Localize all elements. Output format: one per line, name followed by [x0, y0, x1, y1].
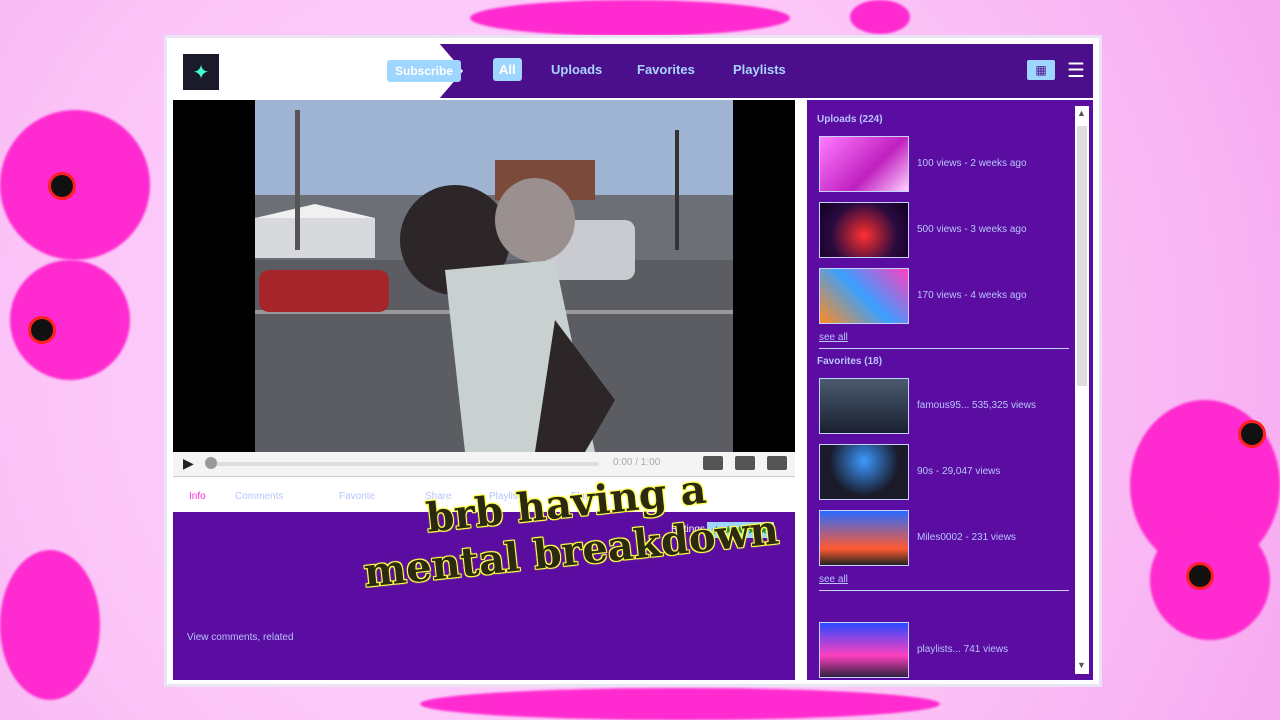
scroll-up-icon[interactable]: ▲ [1077, 108, 1086, 118]
subscribe-button[interactable]: Subscribe [387, 60, 462, 82]
video-frame [255, 100, 733, 452]
seek-bar[interactable] [209, 462, 599, 466]
video-meta: 100 views - 2 weeks ago [917, 158, 1027, 169]
video-meta: 90s - 29,047 views [917, 466, 1001, 477]
video-thumbnail[interactable] [819, 622, 909, 678]
tab-favorites[interactable]: Favorites [637, 62, 695, 77]
tab-all[interactable]: All [493, 58, 522, 81]
video-meta: famous95... 535,325 views [917, 400, 1036, 411]
play-icon[interactable]: ▶ [183, 455, 194, 472]
tab-playlists[interactable]: Playlists [733, 62, 786, 77]
video-player[interactable] [173, 100, 795, 452]
video-thumbnail[interactable] [819, 136, 909, 192]
see-all-favorites-link[interactable]: see all [819, 574, 848, 585]
video-thumbnail[interactable] [819, 268, 909, 324]
street-scene-image [255, 100, 733, 452]
sidebar-scrollbar[interactable]: ▲ ▼ [1075, 106, 1089, 674]
uploads-header[interactable]: Uploads (224) [817, 114, 883, 125]
list-item[interactable]: playlists... 741 views [819, 622, 1069, 678]
list-item[interactable]: 170 views - 4 weeks ago [819, 268, 1069, 324]
list-item[interactable]: 500 views - 3 weeks ago [819, 202, 1069, 258]
scroll-thumb[interactable] [1077, 126, 1087, 386]
favorites-header[interactable]: Favorites (18) [817, 356, 882, 367]
video-meta: Miles0002 - 231 views [917, 532, 1016, 543]
list-item[interactable]: 100 views - 2 weeks ago [819, 136, 1069, 192]
video-thumbnail[interactable] [819, 510, 909, 566]
video-thumbnail[interactable] [819, 378, 909, 434]
video-meta: playlists... 741 views [917, 644, 1009, 655]
tab-uploads[interactable]: Uploads [551, 62, 602, 77]
grid-view-icon[interactable]: ▦ [1027, 60, 1055, 80]
channel-sidebar: Uploads (224) 100 views - 2 weeks ago 50… [807, 100, 1093, 680]
channel-window: ✦ Subscribe All Uploads Favorites Playli… [164, 35, 1102, 687]
menu-icon[interactable]: ☰ [1067, 58, 1085, 83]
see-all-uploads-link[interactable]: see all [819, 332, 848, 343]
seek-handle[interactable] [205, 457, 217, 469]
time-display: 0:00 / 1:00 [613, 457, 661, 468]
list-item[interactable]: Miles0002 - 231 views [819, 510, 1069, 566]
channel-avatar[interactable]: ✦ [183, 54, 219, 90]
divider [819, 590, 1069, 591]
tab-info[interactable]: Info [189, 491, 206, 502]
list-item[interactable]: 90s - 29,047 views [819, 444, 1069, 500]
video-thumbnail[interactable] [819, 444, 909, 500]
view-comments-link[interactable]: View comments, related [187, 632, 294, 643]
video-meta: 170 views - 4 weeks ago [917, 290, 1027, 301]
tab-comments[interactable]: Comments [235, 491, 283, 502]
video-meta: 500 views - 3 weeks ago [917, 224, 1027, 235]
channel-topbar: ✦ Subscribe All Uploads Favorites Playli… [173, 44, 1093, 98]
list-item[interactable]: famous95... 535,325 views [819, 378, 1069, 434]
divider [819, 348, 1069, 349]
video-thumbnail[interactable] [819, 202, 909, 258]
scroll-down-icon[interactable]: ▼ [1077, 660, 1086, 670]
